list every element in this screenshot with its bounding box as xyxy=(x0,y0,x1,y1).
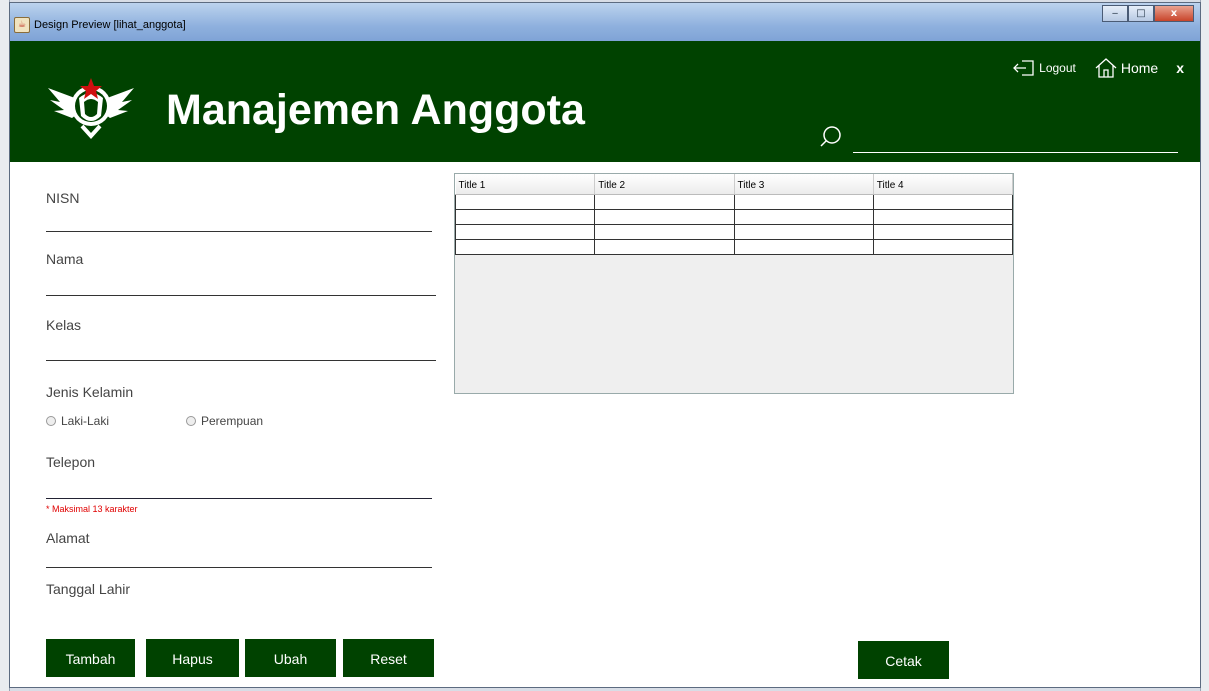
table-cell[interactable] xyxy=(872,224,1014,240)
app-window: ☕ Design Preview [lihat_anggota] ‒ □ x M… xyxy=(9,2,1201,688)
table-cell[interactable] xyxy=(454,239,596,255)
table-cell[interactable] xyxy=(594,224,735,240)
window-controls: ‒ □ x xyxy=(1102,5,1194,22)
radio-perempuan-label: Perempuan xyxy=(201,414,264,428)
home-label: Home xyxy=(1120,60,1159,76)
table-cell[interactable] xyxy=(594,194,735,210)
anggota-table-panel[interactable]: Title 1 Title 2 Title 3 Title 4 xyxy=(454,173,1014,394)
column-header[interactable]: Title 3 xyxy=(734,174,874,195)
radio-perempuan[interactable]: Perempuan xyxy=(186,414,263,428)
table-row[interactable] xyxy=(454,194,1014,210)
table-cell[interactable] xyxy=(733,209,874,225)
radio-laki-laki-label: Laki-Laki xyxy=(61,414,110,428)
table-row[interactable] xyxy=(454,224,1014,240)
telepon-hint: * Maksimal 13 karakter xyxy=(46,504,138,514)
nama-label: Nama xyxy=(46,251,84,267)
home-icon xyxy=(1095,58,1117,78)
table-cell[interactable] xyxy=(733,194,874,210)
column-header[interactable]: Title 1 xyxy=(455,174,596,195)
maximize-button[interactable]: □ xyxy=(1128,5,1154,22)
table-header-row: Title 1 Title 2 Title 3 Title 4 xyxy=(455,174,1014,195)
kelas-field[interactable] xyxy=(46,360,436,361)
nama-field[interactable] xyxy=(46,295,436,296)
logout-link[interactable]: Logout xyxy=(1012,59,1076,77)
window-title: Design Preview [lihat_anggota] xyxy=(34,19,186,31)
ubah-button[interactable]: Ubah xyxy=(245,639,336,677)
tambah-button[interactable]: Tambah xyxy=(46,639,135,677)
kelas-label: Kelas xyxy=(46,317,82,333)
radio-button-icon xyxy=(46,416,56,426)
table-cell[interactable] xyxy=(733,224,874,240)
alamat-label: Alamat xyxy=(46,530,90,546)
telepon-field[interactable] xyxy=(46,498,432,499)
radio-button-icon xyxy=(186,416,196,426)
table-cell[interactable] xyxy=(454,224,596,240)
table-cell[interactable] xyxy=(872,194,1014,210)
table-cell[interactable] xyxy=(594,239,735,255)
java-app-icon: ☕ xyxy=(14,17,30,33)
telepon-label: Telepon xyxy=(46,454,96,470)
window-close-button[interactable]: x xyxy=(1154,5,1194,22)
nisn-field[interactable] xyxy=(46,231,432,232)
tanggal-lahir-label: Tanggal Lahir xyxy=(46,581,131,597)
reset-button[interactable]: Reset xyxy=(343,639,434,677)
alamat-field[interactable] xyxy=(46,567,432,568)
table-cell[interactable] xyxy=(733,239,874,255)
search-icon[interactable] xyxy=(820,124,846,154)
page-title: Manajemen Anggota xyxy=(166,86,585,134)
header-nav: Logout Home x xyxy=(1012,57,1200,79)
column-header[interactable]: Title 2 xyxy=(594,174,735,195)
desktop-background: ☕ Design Preview [lihat_anggota] ‒ □ x M… xyxy=(0,0,1209,691)
organization-logo xyxy=(46,66,136,148)
background-window-edge-right xyxy=(1200,0,1209,691)
nisn-label: NISN xyxy=(46,190,80,206)
anggota-table[interactable]: Title 1 Title 2 Title 3 Title 4 xyxy=(454,174,1014,255)
app-header: Manajemen Anggota Logout Home x xyxy=(10,41,1200,162)
hapus-button[interactable]: Hapus xyxy=(146,639,239,677)
close-app-button[interactable]: x xyxy=(1176,60,1184,76)
table-cell[interactable] xyxy=(872,239,1014,255)
table-row[interactable] xyxy=(454,209,1014,225)
table-cell[interactable] xyxy=(454,194,596,210)
home-link[interactable]: Home xyxy=(1094,57,1158,79)
table-row[interactable] xyxy=(454,239,1014,255)
search-input[interactable] xyxy=(853,152,1178,153)
column-header[interactable]: Title 4 xyxy=(873,174,1014,195)
table-cell[interactable] xyxy=(594,209,735,225)
main-content: NISN Nama Kelas Jenis Kelamin Laki-Laki … xyxy=(10,162,1200,687)
logout-icon xyxy=(1013,60,1034,76)
logout-label: Logout xyxy=(1039,61,1076,75)
table-cell[interactable] xyxy=(454,209,596,225)
jenis-kelamin-label: Jenis Kelamin xyxy=(46,384,134,400)
radio-laki-laki[interactable]: Laki-Laki xyxy=(46,414,109,428)
minimize-button[interactable]: ‒ xyxy=(1102,5,1128,22)
cetak-button[interactable]: Cetak xyxy=(858,641,949,679)
table-cell[interactable] xyxy=(872,209,1014,225)
window-titlebar[interactable]: ☕ Design Preview [lihat_anggota] ‒ □ x xyxy=(10,3,1200,41)
